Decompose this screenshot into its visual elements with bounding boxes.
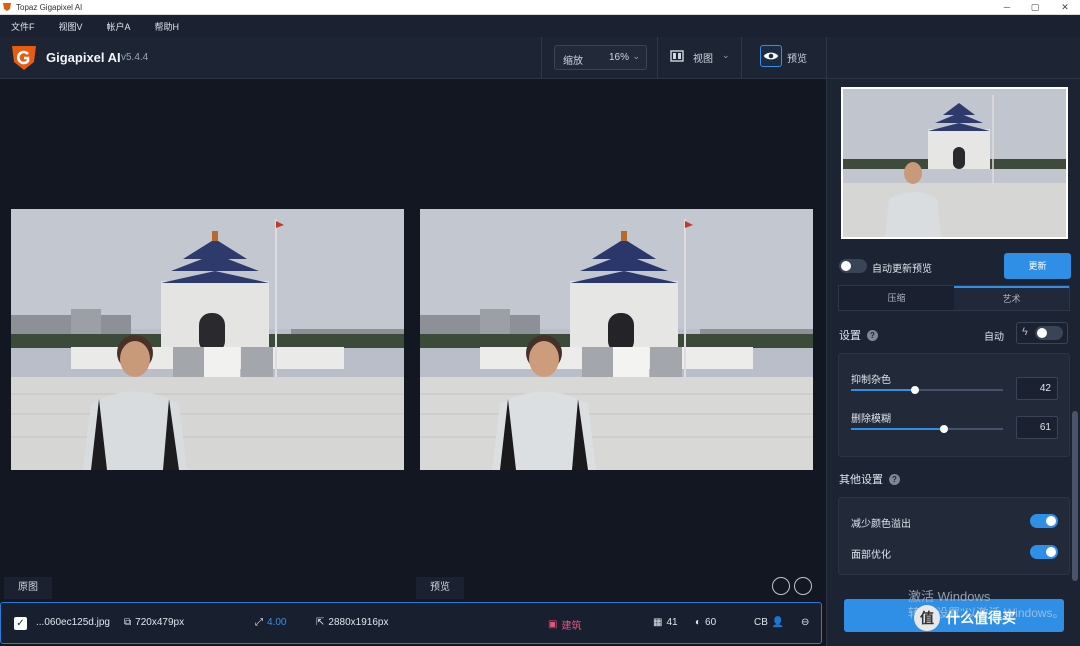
other-settings-label: 其他设置 [839, 474, 883, 486]
model-tabs: 压缩 艺术 [838, 285, 1070, 311]
settings-section-title: 设置 ? [839, 327, 878, 343]
help-icon[interactable]: ? [889, 473, 900, 485]
eye-icon [760, 45, 782, 67]
input-size-icon: ⧉ [124, 617, 132, 628]
preview-image[interactable] [420, 209, 813, 470]
preview-toggle-button[interactable]: 预览 [760, 45, 820, 70]
zoom-label: 缩放 [563, 56, 583, 67]
reduce-color-bleed-label: 减少颜色溢出 [851, 519, 911, 530]
settings-sidebar: 自动更新预览 更新 压缩 艺术 设置 ? 自动 ϟ 抑制杂色 42 删除模糊 6… [826, 79, 1080, 646]
toolbar-divider [657, 37, 658, 79]
scale-icon: ⤢ [255, 617, 263, 628]
model-name[interactable]: 建筑 [561, 617, 581, 632]
face-refine-label: 面部优化 [851, 550, 891, 561]
blur-value-input[interactable]: 61 [1016, 416, 1058, 439]
model-icon: ▣ [548, 619, 558, 630]
scale-value[interactable]: 4.00 [267, 617, 286, 628]
app-version: v5.4.4 [121, 52, 149, 63]
site-logo-icon: 值 [914, 605, 940, 631]
activation-watermark: 激活 Windows [908, 589, 991, 604]
auto-label: 自动 [984, 332, 1004, 343]
smile-face-icon[interactable] [772, 577, 790, 595]
blur-slider[interactable] [851, 425, 1003, 433]
menu-account[interactable]: 帐户A [95, 20, 143, 33]
preview-label: 预览 [787, 54, 807, 65]
noise-value: 41 [666, 617, 678, 628]
menu-file[interactable]: 文件F [0, 20, 47, 33]
sidebar-scrollbar[interactable] [1072, 411, 1078, 581]
site-watermark: 值 什么值得买 [914, 604, 1016, 632]
app-icon [3, 3, 11, 11]
slider-card: 抑制杂色 42 删除模糊 61 [838, 353, 1070, 457]
other-settings-title: 其他设置 ? [839, 471, 900, 487]
auto-toggle-switch[interactable] [1035, 326, 1063, 340]
split-view-icon [670, 50, 684, 62]
menu-help[interactable]: 帮助H [143, 20, 192, 33]
toolbar-divider [541, 37, 542, 79]
auto-settings-toggle[interactable]: ϟ [1016, 322, 1068, 344]
blur-icon: ◐ [695, 617, 702, 628]
view-mode-button[interactable]: 视图 ⌄ [670, 45, 736, 70]
zoom-value: 16% [609, 52, 630, 63]
neutral-face-icon[interactable] [794, 577, 812, 595]
window-title: Topaz Gigapixel AI [16, 2, 83, 12]
output-size: 2880x1916px [328, 617, 389, 628]
site-name: 什么值得买 [946, 610, 1016, 626]
toolbar-divider [826, 37, 827, 79]
tab-compressed[interactable]: 压缩 [839, 286, 954, 310]
file-row[interactable]: ✓ ...060ec125d.jpg ⧉ 720x479px ⤢ 4.00 ⇱ … [0, 602, 822, 644]
gigapixel-logo-icon [12, 46, 36, 70]
menu-bar: 文件F 视图V 帐户A 帮助H [0, 15, 1080, 37]
lightning-icon: ϟ [1022, 326, 1028, 338]
original-image[interactable] [11, 209, 404, 470]
blur-slider-label: 删除模糊 [851, 414, 891, 425]
update-preview-button[interactable]: 更新 [1004, 253, 1071, 279]
minimize-button[interactable]: ─ [992, 0, 1022, 15]
face-refine-toggle[interactable] [1030, 545, 1058, 559]
face-tools [772, 577, 812, 595]
maximize-button[interactable]: ▢ [1020, 0, 1050, 15]
menu-view[interactable]: 视图V [47, 20, 95, 33]
chevron-down-icon: ⌄ [632, 51, 640, 61]
toolbar-divider [741, 37, 742, 79]
view-label: 视图 [693, 54, 713, 65]
preview-pane-label: 预览 [416, 577, 464, 599]
help-icon[interactable]: ? [867, 329, 878, 341]
input-size: 720x479px [135, 617, 185, 628]
brand-name: Gigapixel AI [46, 50, 121, 65]
original-pane-label: 原图 [4, 577, 52, 599]
noise-value-input[interactable]: 42 [1016, 377, 1058, 400]
navigator-thumbnail[interactable] [841, 87, 1068, 239]
reduce-color-bleed-toggle[interactable] [1030, 514, 1058, 528]
file-checkbox[interactable]: ✓ [14, 617, 27, 630]
output-size-icon: ⇱ [316, 617, 325, 628]
auto-preview-label: 自动更新预览 [872, 264, 932, 275]
noise-slider[interactable] [851, 386, 1003, 394]
zoom-select[interactable]: 缩放 16% ⌄ [554, 45, 647, 70]
cb-label: CB [754, 617, 768, 628]
options-card: 减少颜色溢出 面部优化 [838, 497, 1070, 575]
noise-slider-label: 抑制杂色 [851, 375, 891, 386]
app-header: Gigapixel AI v5.4.4 缩放 16% ⌄ 视图 ⌄ 预览 [0, 37, 1080, 79]
settings-title: 设置 [839, 330, 861, 342]
close-button[interactable]: ✕ [1050, 0, 1080, 15]
chevron-down-icon: ⌄ [722, 50, 730, 60]
auto-preview-toggle[interactable] [839, 259, 867, 273]
noise-icon: ▦ [653, 617, 663, 628]
face-icon: 👤 [771, 617, 785, 628]
tab-art[interactable]: 艺术 [954, 286, 1069, 310]
file-name: ...060ec125d.jpg [36, 617, 110, 628]
image-canvas[interactable]: 原图 预览 [0, 79, 826, 601]
remove-file-icon[interactable]: ⊖ [801, 617, 809, 628]
blur-value: 60 [705, 617, 717, 628]
window-titlebar: Topaz Gigapixel AI ─ ▢ ✕ [0, 0, 1080, 15]
